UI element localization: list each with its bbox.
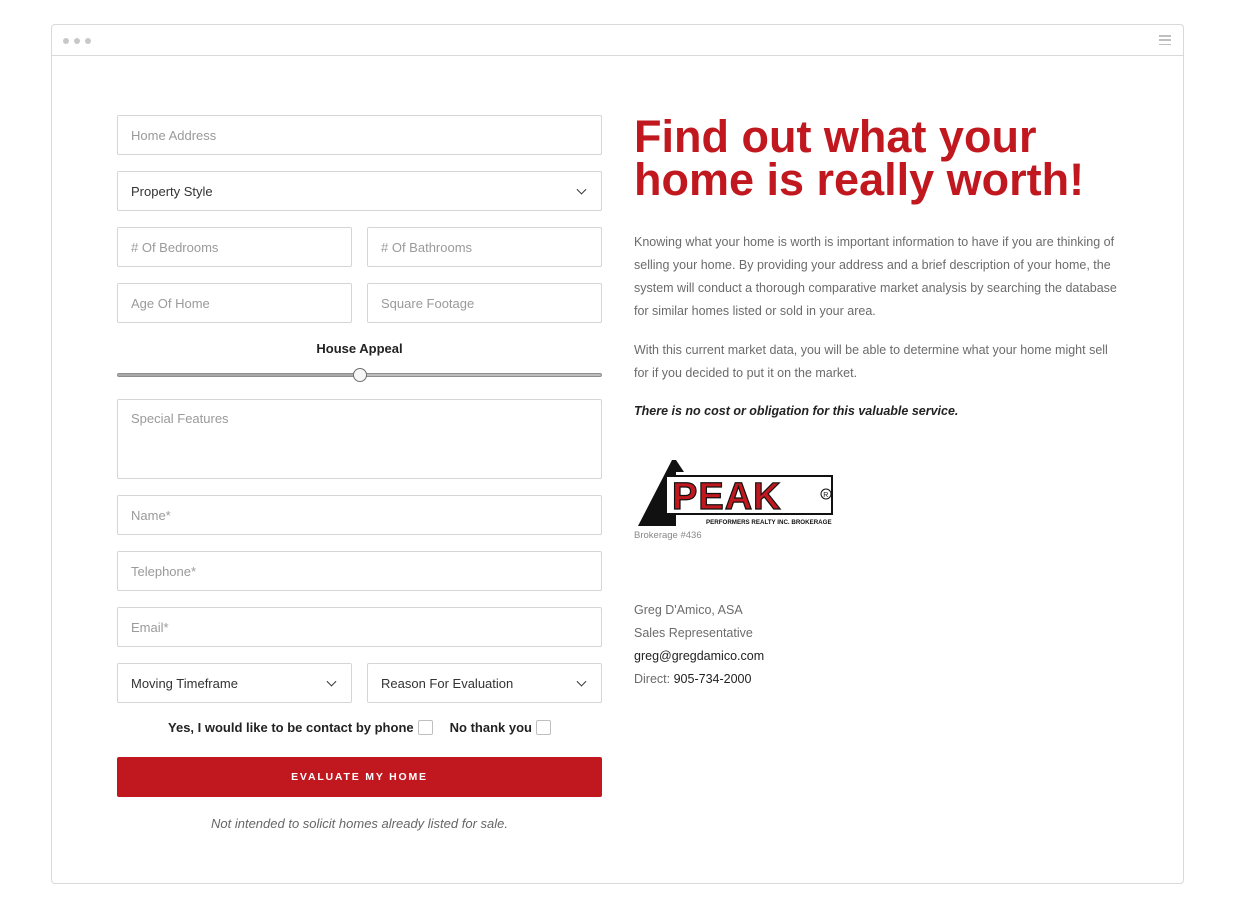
telephone-input[interactable]: Telephone* [117, 551, 602, 591]
contact-yes-option[interactable]: Yes, I would like to be contact by phone [168, 720, 433, 735]
window-titlebar [52, 25, 1183, 56]
property-style-value: Property Style [131, 183, 213, 199]
agent-title: Sales Representative [634, 626, 753, 640]
agent-name: Greg D'Amico, ASA [634, 603, 743, 617]
chevron-down-icon [576, 184, 587, 195]
bedrooms-input[interactable]: # Of Bedrooms [117, 227, 352, 267]
contact-yes-checkbox[interactable] [417, 720, 433, 735]
contact-no-option[interactable]: No thank you [450, 720, 551, 735]
name-input[interactable]: Name* [117, 495, 602, 535]
svg-text:R: R [823, 492, 828, 499]
disclaimer-text: Not intended to solicit homes already li… [211, 816, 508, 831]
slider-thumb[interactable] [352, 368, 367, 382]
square-footage-input[interactable]: Square Footage [367, 283, 602, 323]
contact-yes-label: Yes, I would like to be contact by phone [168, 720, 414, 735]
window-dots-icon [63, 38, 91, 44]
reason-select[interactable]: Reason For Evaluation [367, 663, 602, 703]
moving-timeframe-select[interactable]: Moving Timeframe [117, 663, 352, 703]
contact-no-label: No thank you [449, 720, 532, 735]
agent-email-link[interactable]: greg@gregdamico.com [634, 645, 764, 668]
direct-label: Direct: [634, 672, 671, 686]
house-appeal-label: House Appeal [316, 341, 403, 356]
age-of-home-input[interactable]: Age Of Home [117, 283, 352, 323]
special-features-textarea[interactable]: Special Features [117, 399, 602, 479]
page-headline: Find out what your home is really worth! [634, 111, 1085, 205]
contact-no-checkbox[interactable] [535, 720, 551, 735]
email-input[interactable]: Email* [117, 607, 602, 647]
agent-contact: Greg D'Amico, ASA Sales Representative g… [634, 599, 764, 691]
agent-phone-link[interactable]: 905-734-2000 [674, 672, 752, 686]
contact-preference: Yes, I would like to be contact by phone… [117, 720, 602, 735]
menu-icon[interactable] [1159, 35, 1171, 45]
logo-subtext: PERFORMERS REALTY INC. BROKERAGE [706, 519, 832, 526]
slider-fill [118, 374, 360, 376]
agent-direct-line: Direct: 905-734-2000 [634, 668, 764, 691]
peak-logo: PEAK R PERFORMERS REALTY INC. BROKERAGE [638, 460, 833, 526]
house-appeal-slider[interactable] [117, 368, 602, 382]
property-style-select[interactable]: Property Style [117, 171, 602, 211]
brokerage-number: Brokerage #436 [634, 530, 702, 541]
bathrooms-input[interactable]: # Of Bathrooms [367, 227, 602, 267]
reason-value: Reason For Evaluation [381, 675, 514, 691]
evaluate-my-home-button[interactable]: EVALUATE MY HOME [117, 757, 602, 797]
logo-wordmark: PEAK [672, 476, 782, 518]
intro-paragraph: Knowing what your home is worth is impor… [634, 235, 1117, 318]
moving-timeframe-value: Moving Timeframe [131, 675, 238, 691]
market-data-paragraph: With this current market data, you will … [634, 343, 1108, 380]
chevron-down-icon [576, 676, 587, 687]
home-address-input[interactable]: Home Address [117, 115, 602, 155]
no-cost-note: There is no cost or obligation for this … [634, 404, 959, 418]
chevron-down-icon [326, 676, 337, 687]
